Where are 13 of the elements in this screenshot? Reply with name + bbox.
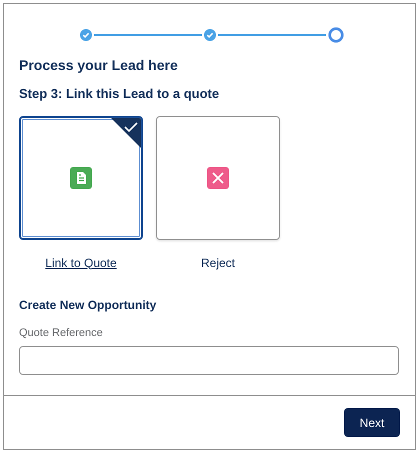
field-label: Quote Reference [19, 326, 104, 340]
quote-reference-field[interactable] [19, 346, 399, 375]
selected-check-icon [111, 118, 141, 148]
document-icon [70, 166, 92, 188]
option-link[interactable]: Link to Quote [45, 254, 117, 272]
close-icon [207, 166, 229, 188]
option-tile[interactable] [19, 116, 143, 240]
option-label: Reject [200, 254, 235, 272]
form-title: Process your Lead here [19, 56, 179, 75]
section-heading: Create New Opportunity [19, 296, 158, 314]
option-tile[interactable] [156, 116, 280, 240]
next-button[interactable]: Next [344, 408, 400, 437]
step-heading: Step 3: Link this Lead to a quote [19, 85, 220, 103]
